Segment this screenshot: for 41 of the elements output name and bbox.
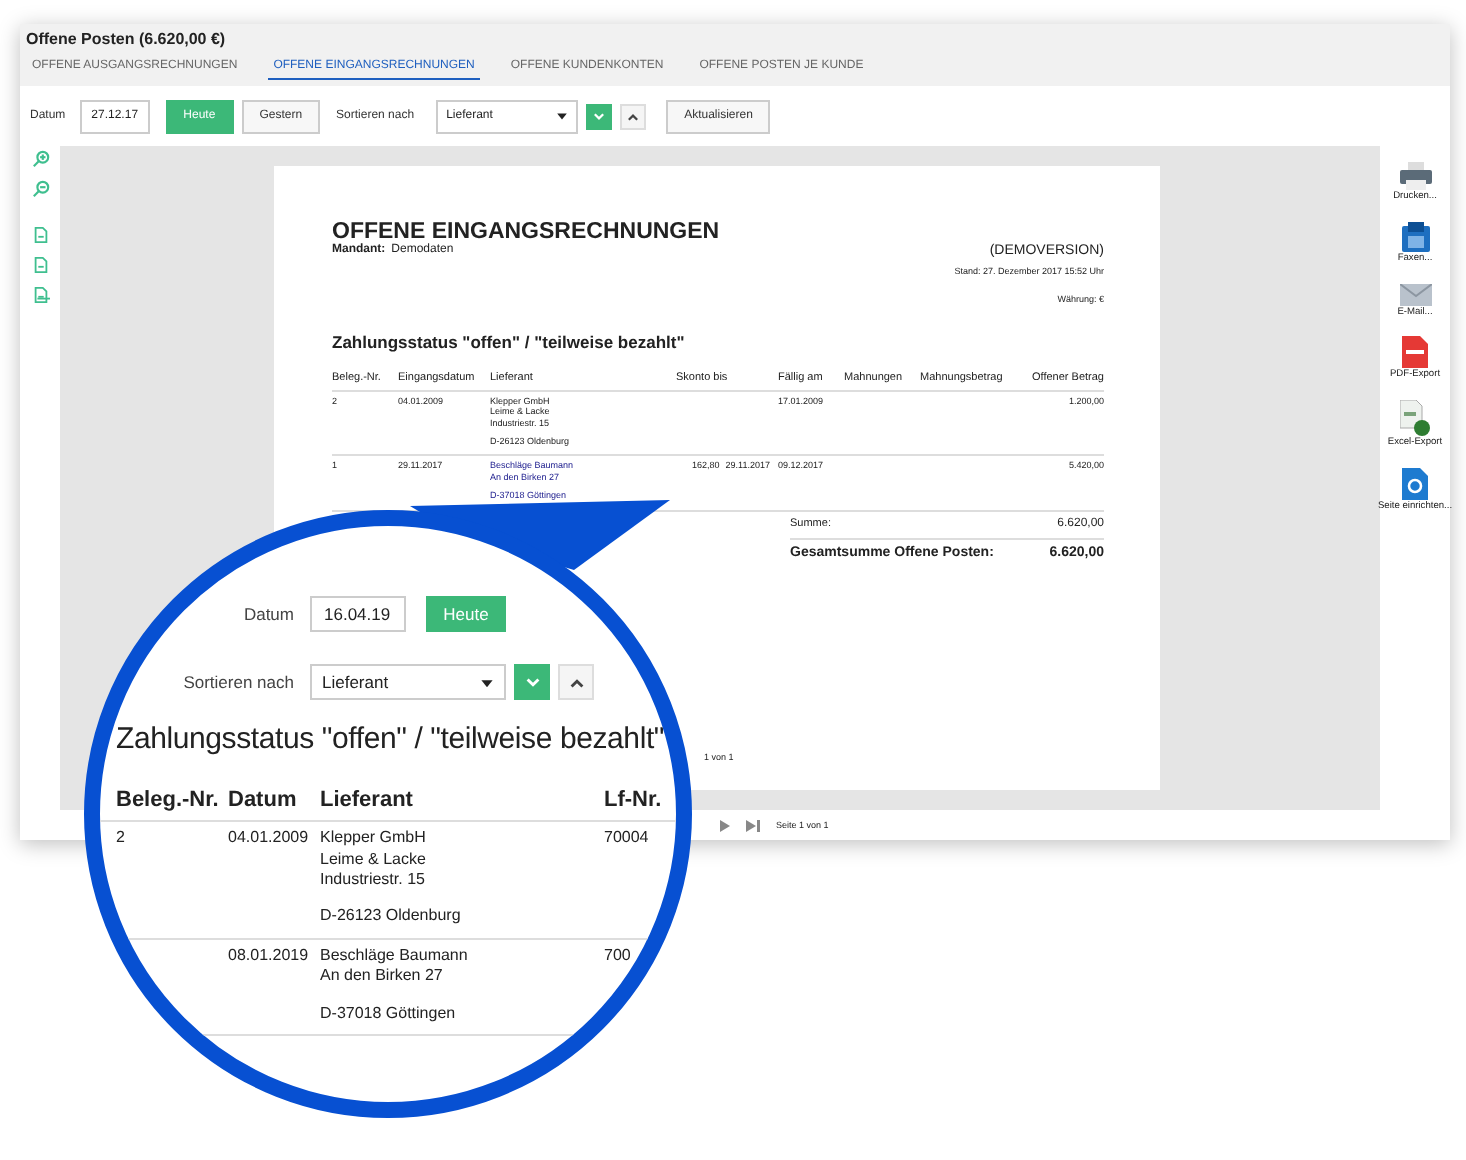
column-header: Datum — [228, 786, 299, 815]
pdf-file-icon — [1402, 336, 1428, 369]
table-cell-text: An den Birken 27 — [320, 966, 445, 988]
zoom-in-icon[interactable] — [31, 150, 49, 168]
chevron-down-icon — [592, 109, 607, 123]
column-header: Lf-Nr. — [604, 786, 664, 815]
document-icon[interactable] — [31, 226, 49, 244]
zoom-out-icon[interactable] — [31, 180, 49, 198]
next-page-icon[interactable] — [720, 819, 730, 831]
window-title: Offene Posten (6.620,00 €) — [26, 30, 228, 48]
chevron-down-icon — [523, 673, 541, 691]
caret-icon — [556, 110, 569, 122]
table-cell-text: Beschläge Baumann — [320, 945, 470, 967]
sort-label: Sortieren nach — [183, 672, 294, 692]
table-cell-text: Klepper GmbH — [320, 828, 428, 850]
printer-icon — [1399, 162, 1431, 190]
column-header: Lieferant — [320, 786, 415, 815]
table-cell-text: Industriestr. 15 — [320, 870, 427, 891]
table-cell-text: D-26123 Oldenburg — [320, 906, 463, 928]
spreadsheet-file-icon — [1399, 400, 1430, 436]
table-cell-text: 04.01.2009 — [228, 828, 311, 850]
column-header: Beleg.-Nr. — [116, 786, 221, 815]
caret-icon — [480, 675, 494, 689]
table-cell-text: Leime & Lacke — [320, 849, 428, 871]
report-title: OFFENE EINGANGSRECHNUNGEN — [332, 220, 722, 244]
table-cell-text: D-37018 Göttingen — [320, 1003, 458, 1025]
date-field[interactable]: 16.04.19 — [310, 596, 406, 632]
page-settings-icon — [1402, 467, 1428, 500]
envelope-icon — [1399, 283, 1431, 305]
document-icon[interactable] — [31, 286, 49, 304]
chevron-up-icon — [626, 109, 641, 123]
table-cell-text: 08.01.2019 — [228, 945, 311, 967]
sort-dropdown[interactable]: Lieferant — [310, 664, 506, 700]
last-page-icon[interactable] — [746, 819, 760, 831]
table-cell-text: 700 — [604, 945, 633, 967]
section-title: Zahlungsstatus "offen" / "teilweise bezahlt" — [332, 332, 687, 353]
document-icon[interactable] — [31, 256, 49, 274]
table-cell-text: 2 — [116, 828, 127, 850]
table-cell-text: 70004 — [604, 828, 651, 850]
date-label: Datum — [243, 604, 294, 624]
section-title: Zahlungsstatus "offen" / "teilweise bezahlt" — [116, 722, 667, 756]
